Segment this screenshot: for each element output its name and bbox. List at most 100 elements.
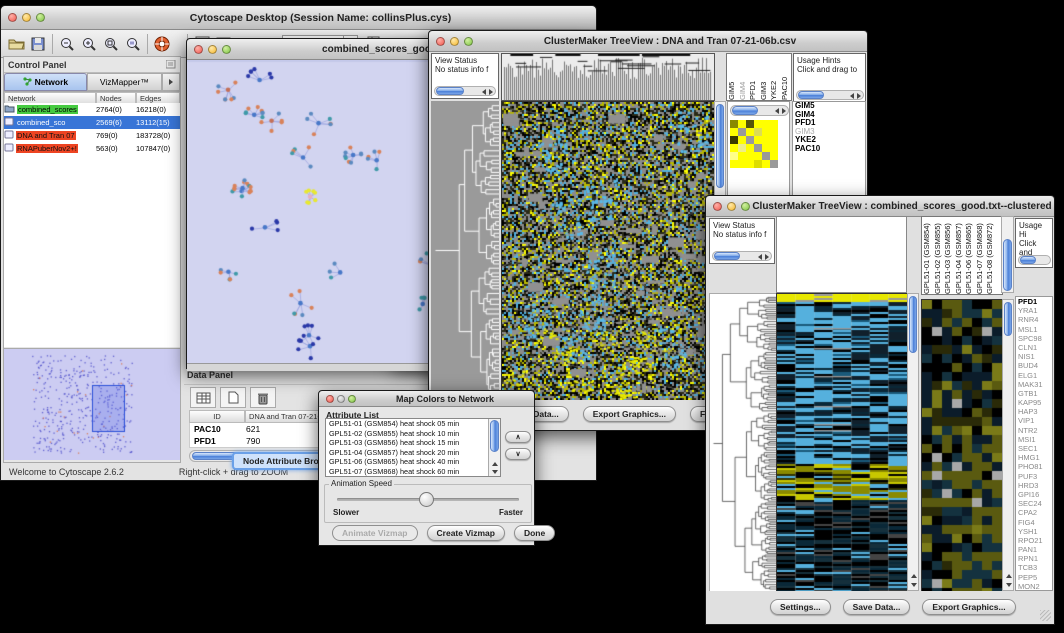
gene-label[interactable]: MSL1 <box>1016 325 1052 334</box>
window-controls[interactable] <box>8 13 45 22</box>
close-icon[interactable] <box>436 37 445 46</box>
mini-heatmap-cell[interactable] <box>730 128 738 136</box>
network-tree-row[interactable]: combined_scores 2764(0) 16218(0) <box>4 103 180 116</box>
table-icon[interactable] <box>190 387 216 408</box>
gene-label[interactable]: CPA2 <box>1016 508 1052 517</box>
gene-label[interactable]: NTR2 <box>1016 426 1052 435</box>
float-panel-icon[interactable] <box>166 56 176 74</box>
tv2-hints-scrollbar[interactable] <box>1018 255 1051 265</box>
zoom-fit-icon[interactable] <box>100 33 122 55</box>
network-tree-row[interactable]: combined_sco 2569(6) 13112(15) <box>4 116 180 129</box>
gene-label[interactable]: ELG1 <box>1016 371 1052 380</box>
network-overview-canvas[interactable] <box>4 349 180 460</box>
gene-label[interactable]: PHO81 <box>1016 462 1052 471</box>
tv2-col-label[interactable]: GPL51-06 (GSM865) <box>964 217 975 294</box>
mini-heatmap-cell[interactable] <box>762 152 770 160</box>
tv2-labels-scrollbar[interactable] <box>1001 216 1014 293</box>
gene-label[interactable]: SPC98 <box>1016 334 1052 343</box>
mini-heatmap-cell[interactable] <box>770 160 778 168</box>
gene-label[interactable]: PEP5 <box>1016 573 1052 582</box>
gene-label[interactable]: SEC1 <box>1016 444 1052 453</box>
mini-heatmap-cell[interactable] <box>746 152 754 160</box>
tv2-export-graphics-button[interactable]: Export Graphics... <box>922 599 1015 615</box>
mini-heatmap-cell[interactable] <box>754 144 762 152</box>
tv1-mini-hscrollbar[interactable] <box>730 105 789 116</box>
attribute-item[interactable]: GPL51-02 (GSM855) heat shock 10 min <box>326 429 486 439</box>
tab-network[interactable]: Network <box>4 73 87 91</box>
data-col-id[interactable]: ID <box>189 410 245 423</box>
tv1-column-dendrogram[interactable] <box>501 53 715 101</box>
close-icon[interactable] <box>713 202 722 211</box>
tv1-heatmap[interactable] <box>501 101 715 401</box>
tv2-col-label[interactable]: GPL51-08 (GSM872) <box>985 217 996 294</box>
attribute-item[interactable]: GPL51-07 (GSM868) heat shock 60 min <box>326 467 486 477</box>
tv2-heatmap-vscrollbar[interactable] <box>907 293 919 591</box>
mini-heatmap-cell[interactable] <box>738 160 746 168</box>
mini-heatmap-cell[interactable] <box>738 144 746 152</box>
mini-heatmap-cell[interactable] <box>754 160 762 168</box>
attribute-item[interactable]: GPL51-03 (GSM856) heat shock 15 min <box>326 438 486 448</box>
minimize-icon[interactable] <box>208 45 217 54</box>
tv1-col-label[interactable]: GIM4 <box>738 54 749 100</box>
network-overview[interactable] <box>4 348 180 462</box>
mini-heatmap-cell[interactable] <box>730 160 738 168</box>
tv1-status-scrollbar[interactable] <box>434 86 496 96</box>
mini-heatmap-cell[interactable] <box>770 152 778 160</box>
gene-label[interactable]: PFD1 <box>1016 297 1052 306</box>
gene-label[interactable]: SEC24 <box>1016 499 1052 508</box>
new-attribute-icon[interactable] <box>220 387 246 408</box>
zoom-window-icon[interactable] <box>348 395 356 403</box>
mini-heatmap-cell[interactable] <box>754 128 762 136</box>
zoom-window-icon[interactable] <box>741 202 750 211</box>
mini-heatmap-cell[interactable] <box>762 120 770 128</box>
main-titlebar[interactable]: Cytoscape Desktop (Session Name: collins… <box>1 6 596 30</box>
minimize-icon[interactable] <box>22 13 31 22</box>
gene-label[interactable]: CLN1 <box>1016 343 1052 352</box>
gene-label[interactable]: PUF3 <box>1016 472 1052 481</box>
mini-heatmap-cell[interactable] <box>746 160 754 168</box>
zoom-window-icon[interactable] <box>464 37 473 46</box>
create-vizmap-button[interactable]: Create Vizmap <box>427 525 505 541</box>
mini-heatmap-cell[interactable] <box>770 144 778 152</box>
gene-label[interactable]: GPI16 <box>1016 490 1052 499</box>
mini-heatmap-cell[interactable] <box>754 136 762 144</box>
tv2-settings-button[interactable]: Settings... <box>770 599 831 615</box>
speed-slider-thumb[interactable] <box>419 492 434 507</box>
save-icon[interactable] <box>27 33 49 55</box>
tab-overflow-arrow[interactable] <box>162 73 180 91</box>
attribute-item[interactable]: GPL51-04 (GSM857) heat shock 20 min <box>326 448 486 458</box>
attribute-item[interactable]: GPL51-06 (GSM865) heat shock 40 min <box>326 457 486 467</box>
zoom-window-icon[interactable] <box>222 45 231 54</box>
mini-heatmap-cell[interactable] <box>770 120 778 128</box>
tv2-zoom-heatmap[interactable] <box>921 299 1003 593</box>
gene-label[interactable]: PAN1 <box>1016 545 1052 554</box>
gene-label[interactable]: MAK31 <box>1016 380 1052 389</box>
mini-heatmap-cell[interactable] <box>738 128 746 136</box>
close-icon[interactable] <box>194 45 203 54</box>
tv2-status-scrollbar[interactable] <box>712 251 772 261</box>
gene-label[interactable]: YRA1 <box>1016 306 1052 315</box>
close-icon[interactable] <box>8 13 17 22</box>
zoom-out-icon[interactable] <box>56 33 78 55</box>
mini-heatmap-cell[interactable] <box>770 128 778 136</box>
gene-label[interactable]: FIG4 <box>1016 518 1052 527</box>
close-icon[interactable] <box>326 395 334 403</box>
mini-heatmap-cell[interactable] <box>770 136 778 144</box>
help-lifering-icon[interactable] <box>151 33 173 55</box>
tv2-col-label[interactable]: GPL51-04 (GSM857) <box>954 217 965 294</box>
zoom-window-icon[interactable] <box>36 13 45 22</box>
gene-label[interactable]: HRD3 <box>1016 481 1052 490</box>
tv2-save-data-button[interactable]: Save Data... <box>843 599 911 615</box>
tv1-col-label[interactable]: YKE2 <box>769 54 780 100</box>
tv1-col-label[interactable]: GIM5 <box>727 54 738 100</box>
gene-label[interactable]: MSI1 <box>1016 435 1052 444</box>
mini-heatmap-cell[interactable] <box>754 120 762 128</box>
gene-label[interactable]: VIP1 <box>1016 416 1052 425</box>
gene-label[interactable]: MON2 <box>1016 582 1052 591</box>
zoom-in-icon[interactable] <box>78 33 100 55</box>
mini-heatmap-cell[interactable] <box>746 144 754 152</box>
tv1-hints-scrollbar[interactable] <box>796 90 864 100</box>
tv2-col-label[interactable]: GPL51-02 (GSM855) <box>933 217 944 294</box>
mini-heatmap-cell[interactable] <box>762 144 770 152</box>
mini-heatmap-cell[interactable] <box>746 136 754 144</box>
